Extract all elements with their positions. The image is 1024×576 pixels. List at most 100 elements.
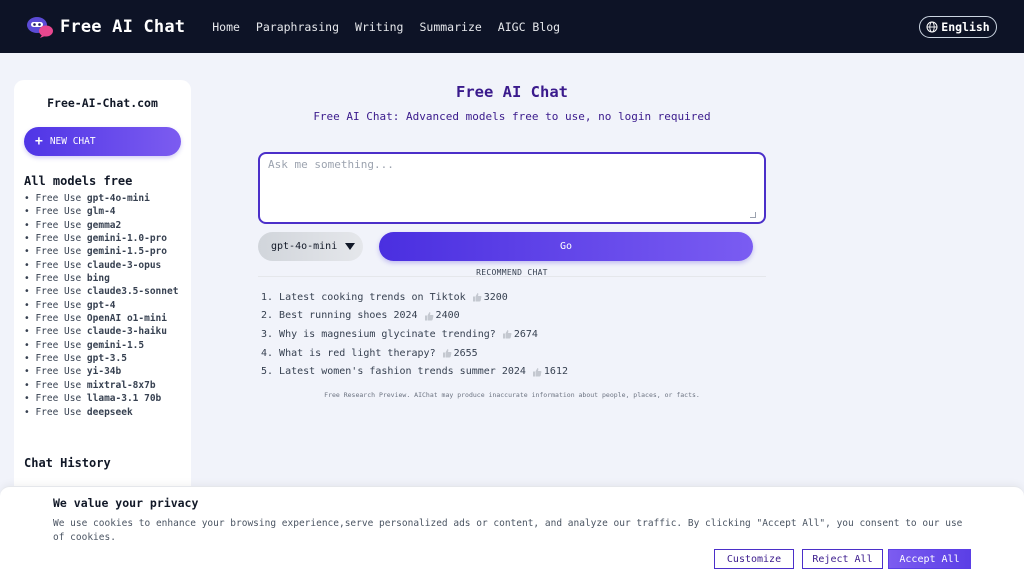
sidebar: Free-AI-Chat.com + NEW CHAT All models f… — [14, 80, 191, 510]
cookie-text: We use cookies to enhance your browsing … — [53, 518, 963, 543]
caret-down-icon — [345, 243, 356, 250]
recommend-item[interactable]: 3. Why is magnesium glycinate trending? 2… — [261, 325, 568, 344]
cookie-title: We value your privacy — [53, 496, 199, 510]
model-item[interactable]: • Free Use bing — [24, 272, 181, 285]
globe-icon — [926, 21, 938, 33]
model-prefix: • Free Use — [24, 339, 87, 351]
model-name: deepseek — [86, 406, 133, 418]
model-name: gemini-1.5-pro — [86, 246, 167, 258]
recommend-item[interactable]: 4. What is red light therapy? 2655 — [261, 344, 568, 363]
chat-input-box — [258, 152, 766, 224]
model-item[interactable]: • Free Use gemini-1.0-pro — [24, 232, 181, 245]
model-item[interactable]: • Free Use yi-34b — [24, 365, 181, 378]
nav-summarize[interactable]: Summarize — [419, 20, 481, 34]
model-name: gemma2 — [86, 219, 122, 231]
model-name: gpt-4o-mini — [86, 193, 150, 204]
recommend-text: 1. Latest cooking trends on Tiktok — [261, 291, 466, 303]
main-nav: Home Paraphrasing Writing Summarize AIGC… — [212, 20, 576, 34]
recommend-text: 2. Best running shoes 2024 — [261, 310, 418, 322]
model-prefix: • Free Use — [24, 219, 87, 231]
model-item[interactable]: • Free Use glm-4 — [24, 205, 181, 218]
model-item[interactable]: • Free Use gemma2 — [24, 219, 181, 232]
language-button[interactable]: English — [919, 16, 997, 38]
model-prefix: • Free Use — [24, 326, 87, 338]
logo[interactable]: Free AI Chat — [26, 15, 185, 39]
like-count: 3200 — [483, 291, 508, 303]
like-count: 2655 — [453, 347, 478, 359]
resize-handle-icon[interactable] — [750, 212, 756, 218]
plus-icon: + — [35, 134, 43, 149]
model-prefix: • Free Use — [24, 246, 87, 258]
model-prefix: • Free Use — [24, 379, 87, 391]
chat-bubbles-logo-icon — [26, 15, 54, 39]
like-count: 1612 — [543, 366, 568, 378]
recommend-text: 3. Why is magnesium glycinate trending? — [261, 328, 496, 340]
model-item[interactable]: • Free Use llama-3.1 70b — [24, 392, 181, 405]
divider — [258, 276, 766, 277]
chat-input[interactable] — [260, 154, 764, 222]
model-name: glm-4 — [86, 206, 116, 218]
model-item[interactable]: • Free Use gemini-1.5-pro — [24, 245, 181, 258]
language-label: English — [941, 20, 990, 34]
model-prefix: • Free Use — [24, 233, 87, 245]
page-subtitle: Free AI Chat: Advanced models free to us… — [313, 110, 711, 123]
selected-model: gpt-4o-mini — [271, 241, 338, 252]
model-prefix: • Free Use — [24, 259, 87, 271]
model-item[interactable]: • Free Use deepseek — [24, 406, 181, 419]
model-prefix: • Free Use — [24, 393, 87, 405]
model-name: claude-3-haiku — [86, 326, 167, 338]
nav-paraphrasing[interactable]: Paraphrasing — [256, 20, 339, 34]
like-count: 2674 — [513, 328, 538, 340]
logo-text: Free AI Chat — [60, 16, 186, 37]
nav-home[interactable]: Home — [212, 20, 240, 34]
new-chat-label: NEW CHAT — [49, 136, 96, 147]
model-item[interactable]: • Free Use claude3.5-sonnet — [24, 285, 181, 298]
top-navbar: Free AI Chat Home Paraphrasing Writing S… — [0, 0, 1024, 53]
model-prefix: • Free Use — [24, 366, 87, 378]
go-button[interactable]: Go — [379, 232, 753, 261]
recommend-text: 4. What is red light therapy? — [261, 347, 436, 359]
model-name: gemini-1.0-pro — [86, 233, 167, 245]
model-prefix: • Free Use — [24, 286, 87, 298]
recommend-text: 5. Latest women's fashion trends summer … — [261, 366, 526, 378]
model-name: llama-3.1 70b — [86, 393, 162, 405]
recommend-list: 1. Latest cooking trends on Tiktok 3200 2.… — [261, 288, 568, 381]
thumbs-up-icon — [502, 329, 512, 339]
recommend-item[interactable]: 1. Latest cooking trends on Tiktok 3200 — [261, 288, 568, 307]
model-prefix: • Free Use — [24, 193, 87, 204]
cookie-banner: We value your privacy We use cookies to … — [0, 486, 1024, 576]
model-item[interactable]: • Free Use gpt-3.5 — [24, 352, 181, 365]
nav-writing[interactable]: Writing — [355, 20, 403, 34]
model-item[interactable]: • Free Use gpt-4o-mini — [24, 192, 181, 205]
model-prefix: • Free Use — [24, 273, 87, 285]
model-name: gpt-3.5 — [86, 353, 127, 365]
model-name: mixtral-8x7b — [86, 379, 156, 391]
model-item[interactable]: • Free Use claude-3-opus — [24, 259, 181, 272]
model-item[interactable]: • Free Use gpt-4 — [24, 299, 181, 312]
disclaimer: Free Research Preview. AIChat may produc… — [324, 391, 700, 399]
model-name: OpenAI o1-mini — [86, 313, 167, 325]
site-name: Free-AI-Chat.com — [47, 96, 158, 110]
model-name: yi-34b — [86, 366, 122, 378]
model-item[interactable]: • Free Use claude-3-haiku — [24, 325, 181, 338]
new-chat-button[interactable]: + NEW CHAT — [24, 127, 181, 156]
reject-all-button[interactable]: Reject All — [802, 549, 883, 569]
model-prefix: • Free Use — [24, 353, 87, 365]
model-item[interactable]: • Free Use OpenAI o1-mini — [24, 312, 181, 325]
accept-all-button[interactable]: Accept All — [888, 549, 971, 569]
customize-button[interactable]: Customize — [714, 549, 794, 569]
model-list: • Free Use gpt-4o-mini • Free Use glm-4 • … — [24, 192, 181, 419]
model-select[interactable]: gpt-4o-mini — [258, 232, 363, 261]
model-item[interactable]: • Free Use gemini-1.5 — [24, 339, 181, 352]
recommend-item[interactable]: 2. Best running shoes 2024 2400 — [261, 307, 568, 326]
model-name: gpt-4 — [86, 299, 116, 311]
like-count: 2400 — [435, 310, 460, 322]
recommend-item[interactable]: 5. Latest women's fashion trends summer … — [261, 362, 568, 381]
thumbs-up-icon — [472, 292, 482, 302]
model-name: claude3.5-sonnet — [86, 286, 179, 298]
thumbs-up-icon — [532, 367, 542, 377]
nav-aigc-blog[interactable]: AIGC Blog — [498, 20, 560, 34]
thumbs-up-icon — [424, 311, 434, 321]
model-item[interactable]: • Free Use mixtral-8x7b — [24, 379, 181, 392]
model-prefix: • Free Use — [24, 206, 87, 218]
